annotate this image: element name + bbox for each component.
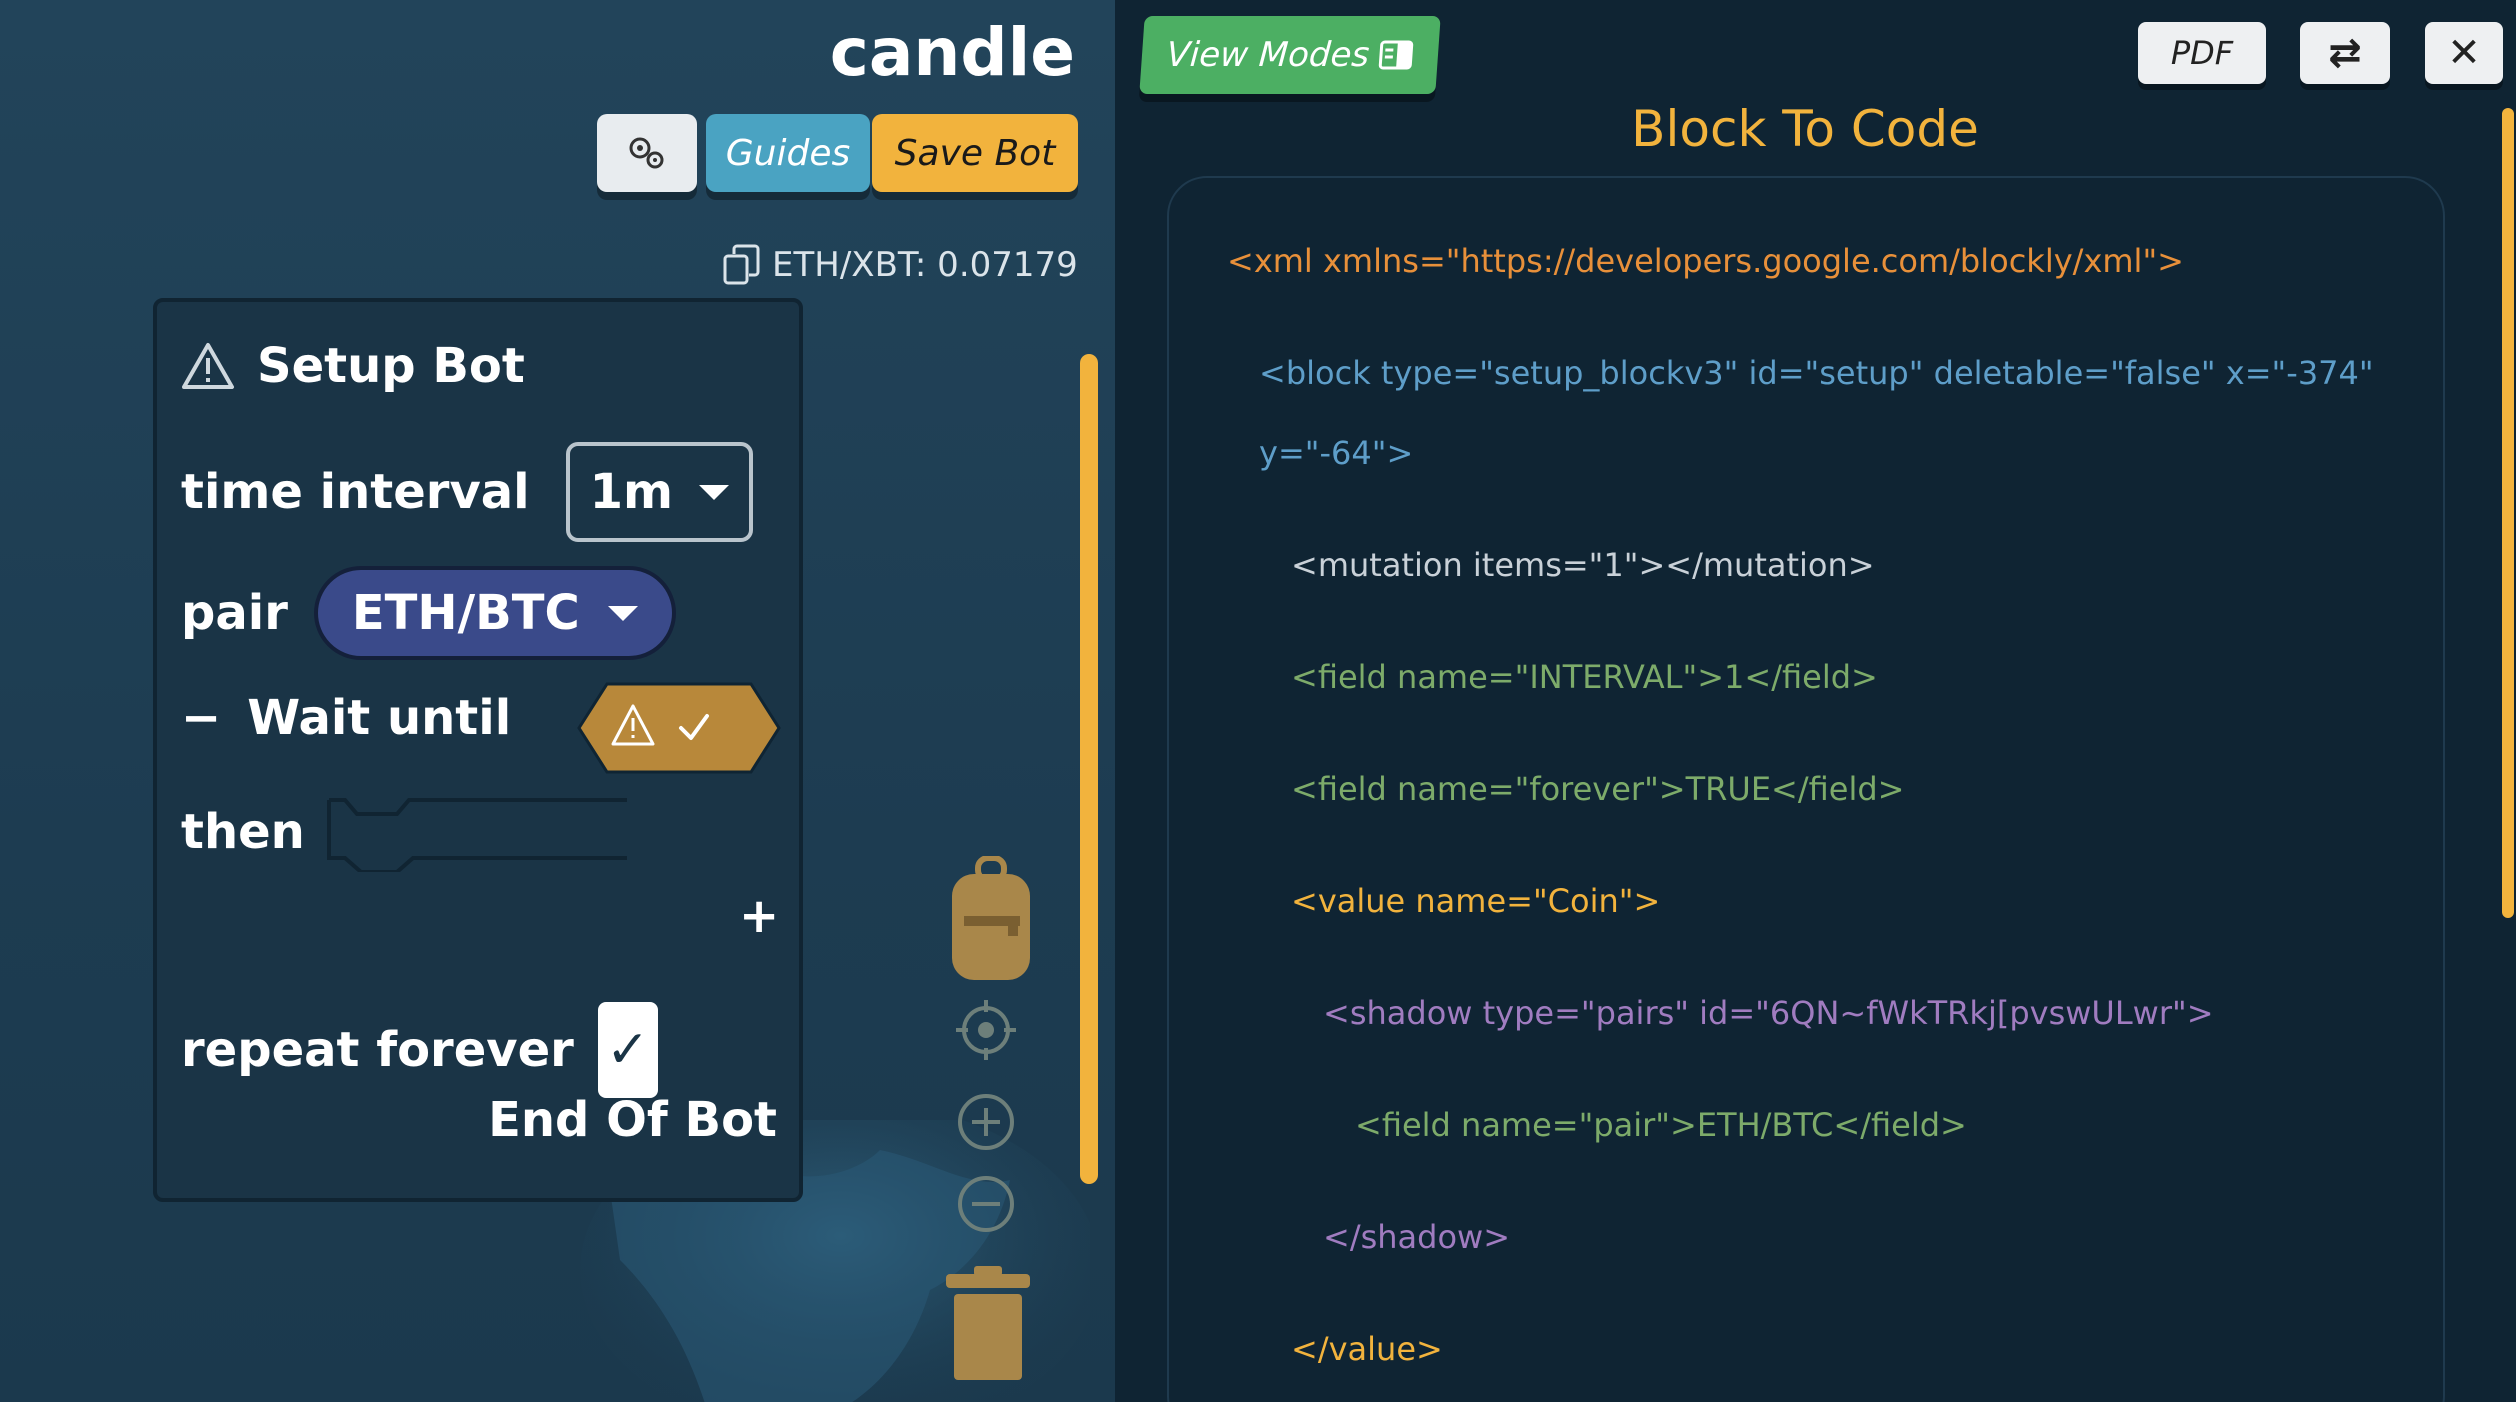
bot-name-title: candle: [829, 14, 1075, 91]
code-line: <field name="pair">ETH/BTC</field>: [1355, 1106, 1967, 1144]
setup-bot-block[interactable]: Setup Bot time interval 1m pair ETH/BTC …: [153, 298, 803, 1202]
price-ticker: ETH/XBT: 0.07179: [722, 244, 1078, 286]
code-line: y="-64">: [1259, 434, 1414, 472]
workspace-scrollbar[interactable]: [1080, 354, 1098, 1184]
wait-until-label: Wait until: [247, 690, 512, 746]
warning-icon: [182, 343, 234, 389]
code-line: <field name="INTERVAL">1</field>: [1291, 658, 1878, 696]
block-title: Setup Bot: [257, 338, 525, 394]
code-line: <value name="Coin">: [1291, 882, 1661, 920]
panel-title: Block To Code: [1631, 100, 1979, 158]
chevron-down-icon: [699, 484, 730, 500]
block-to-code-panel: View Modes PDF ⇄ ✕ Block To Code <xml xm…: [1115, 0, 2516, 1402]
chevron-down-icon: [607, 605, 638, 621]
code-line: <mutation items="1"></mutation>: [1291, 546, 1875, 584]
view-modes-label: View Modes: [1165, 35, 1371, 75]
pdf-button[interactable]: PDF: [2138, 22, 2266, 84]
then-row: then: [181, 804, 305, 860]
price-text: ETH/XBT: 0.07179: [772, 245, 1078, 285]
end-of-bot-label: End Of Bot: [488, 1092, 777, 1148]
repeat-forever-label: repeat forever: [181, 1022, 574, 1078]
gears-icon: [629, 137, 664, 169]
code-line: <block type="setup_blockv3" id="setup" d…: [1259, 354, 2374, 392]
view-modes-button[interactable]: View Modes: [1139, 16, 1441, 94]
settings-button[interactable]: [597, 114, 697, 192]
zoom-in-icon[interactable]: [956, 1092, 1016, 1152]
swap-icon[interactable]: ⇄: [2300, 22, 2390, 84]
add-input-button[interactable]: +: [739, 888, 779, 944]
pair-value: ETH/BTC: [351, 585, 580, 641]
pair-label: pair: [181, 585, 288, 641]
time-interval-label: time interval: [181, 464, 530, 520]
then-label: then: [181, 804, 305, 860]
code-line: <field name="forever">TRUE</field>: [1291, 770, 1905, 808]
time-interval-row: time interval 1m: [181, 442, 754, 542]
code-line: <xml xmlns="https://developers.google.co…: [1227, 242, 2184, 280]
repeat-forever-row: repeat forever ✓: [181, 1002, 658, 1098]
wait-condition-slot[interactable]: [577, 682, 781, 774]
close-icon[interactable]: ✕: [2425, 22, 2503, 84]
block-header: Setup Bot: [181, 338, 525, 394]
copy-icon[interactable]: [722, 244, 762, 286]
code-scrollbar[interactable]: [2502, 108, 2514, 918]
wait-until-row: − Wait until: [181, 690, 511, 746]
time-interval-dropdown[interactable]: 1m: [565, 442, 754, 542]
guides-button[interactable]: Guides: [706, 114, 870, 192]
time-interval-value: 1m: [589, 464, 674, 520]
target-icon[interactable]: [956, 1000, 1016, 1060]
repeat-forever-checkbox[interactable]: ✓: [597, 1002, 658, 1098]
check-icon: ✓: [606, 1020, 650, 1080]
backpack-icon[interactable]: [950, 856, 1032, 982]
panel-icon: [1379, 40, 1414, 70]
code-view[interactable]: <xml xmlns="https://developers.google.co…: [1167, 176, 2445, 1402]
code-line: </shadow>: [1323, 1218, 1511, 1256]
save-bot-button[interactable]: Save Bot: [872, 114, 1078, 192]
pair-row: pair ETH/BTC: [181, 566, 676, 660]
pair-dropdown[interactable]: ETH/BTC: [313, 566, 676, 660]
collapse-minus-button[interactable]: −: [181, 690, 221, 746]
then-statement-slot[interactable]: [327, 798, 627, 872]
blockly-workspace[interactable]: candle Guides Save Bot ETH/XBT: 0.07179 …: [0, 0, 1115, 1402]
code-line: <shadow type="pairs" id="6QN~fWkTRkj[pvs…: [1323, 994, 2214, 1032]
zoom-out-icon[interactable]: [956, 1174, 1016, 1234]
trash-icon[interactable]: [944, 1264, 1032, 1382]
code-line: </value>: [1291, 1330, 1443, 1368]
